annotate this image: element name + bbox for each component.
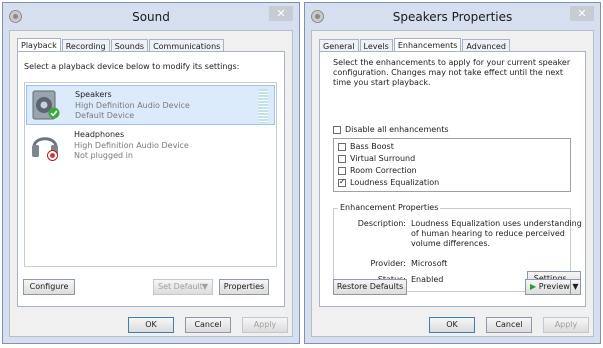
enhancement-label: Virtual Surround [350, 154, 416, 163]
enhancement-label: Room Correction [350, 166, 417, 175]
description-label: Description: [357, 219, 406, 228]
description-value: Loudness Equalization uses understanding… [411, 219, 582, 248]
device-description: High Definition Audio Device [74, 141, 189, 150]
ok-button[interactable]: OK [429, 317, 475, 333]
default-checkmark-icon [48, 107, 60, 119]
device-speakers[interactable]: Speakers High Definition Audio Device De… [26, 85, 275, 125]
enhancements-panel: Select the enhancements to apply for you… [319, 51, 586, 307]
sound-titlebar[interactable]: Sound ✕ [3, 3, 299, 31]
properties-button[interactable]: Properties [219, 279, 269, 295]
enhancement-item[interactable]: ✓ Loudness Equalization [338, 177, 488, 189]
sound-window: Sound ✕ Playback Recording Sounds Commun… [2, 2, 300, 344]
checkbox-box [338, 155, 346, 163]
dropdown-arrow-icon: ▼ [201, 282, 208, 291]
close-button[interactable]: ✕ [269, 6, 293, 21]
properties-titlebar[interactable]: Speakers Properties ✕ [305, 3, 600, 31]
checkbox-box: ✓ [338, 177, 346, 187]
dropdown-arrow-icon[interactable]: ▼ [570, 280, 580, 294]
set-default-label: Set Default [158, 282, 203, 291]
device-name: Speakers [75, 90, 112, 99]
cancel-button[interactable]: Cancel [486, 317, 532, 333]
checkbox-box [333, 126, 341, 134]
window-title: Sound [132, 10, 170, 24]
enhancement-label: Loudness Equalization [350, 178, 440, 187]
enhancement-label: Bass Boost [350, 142, 394, 151]
device-status: Not plugged in [74, 151, 133, 160]
check-mark-icon: ✓ [339, 177, 346, 186]
set-default-button[interactable]: Set Default ▼ [153, 279, 213, 295]
properties-body: General Levels Enhancements Advanced Sel… [311, 30, 594, 337]
device-status: Default Device [75, 111, 135, 120]
enhancement-item[interactable]: Bass Boost [338, 141, 488, 153]
restore-defaults-button[interactable]: Restore Defaults [333, 279, 407, 295]
window-title: Speakers Properties [392, 10, 513, 24]
checkbox-box [338, 167, 346, 175]
configure-button[interactable]: Configure [23, 279, 75, 295]
device-name: Headphones [74, 130, 125, 139]
playback-panel: Select a playback device below to modify… [17, 51, 285, 307]
apply-button[interactable]: Apply [543, 317, 589, 333]
group-title: Enhancement Properties [338, 203, 441, 212]
play-icon: ▶ [530, 282, 537, 291]
properties-tabs: General Levels Enhancements Advanced [319, 38, 511, 53]
enhancements-list: Bass Boost Virtual Surround Room Correct… [333, 138, 571, 192]
provider-label: Provider: [370, 259, 407, 268]
ok-button[interactable]: OK [128, 317, 174, 333]
unplugged-status-icon [47, 150, 58, 161]
checkbox-box [338, 143, 346, 151]
enhancement-item[interactable]: Virtual Surround [338, 153, 488, 165]
volume-level-meter [258, 89, 268, 123]
device-description: High Definition Audio Device [75, 101, 190, 110]
device-list: Speakers High Definition Audio Device De… [24, 82, 277, 267]
sound-body: Playback Recording Sounds Communications… [9, 30, 293, 337]
playback-instruction: Select a playback device below to modify… [24, 62, 240, 71]
sound-tabs: Playback Recording Sounds Communications [17, 38, 225, 53]
enhancement-item[interactable]: Room Correction [338, 165, 488, 177]
disable-all-checkbox[interactable]: Disable all enhancements [333, 124, 493, 136]
status-value: Enabled [411, 275, 444, 284]
speakers-properties-window: Speakers Properties ✕ General Levels Enh… [304, 2, 601, 344]
cancel-button[interactable]: Cancel [185, 317, 231, 333]
provider-value: Microsoft [411, 259, 448, 268]
preview-button[interactable]: ▶ Preview ▼ [525, 279, 581, 295]
close-button[interactable]: ✕ [570, 6, 594, 21]
checkbox-label: Disable all enhancements [345, 125, 449, 134]
preview-label: Preview [538, 282, 570, 291]
device-headphones[interactable]: Headphones High Definition Audio Device … [26, 126, 275, 166]
apply-button[interactable]: Apply [242, 317, 288, 333]
enhancements-instruction: Select the enhancements to apply for you… [333, 58, 571, 87]
